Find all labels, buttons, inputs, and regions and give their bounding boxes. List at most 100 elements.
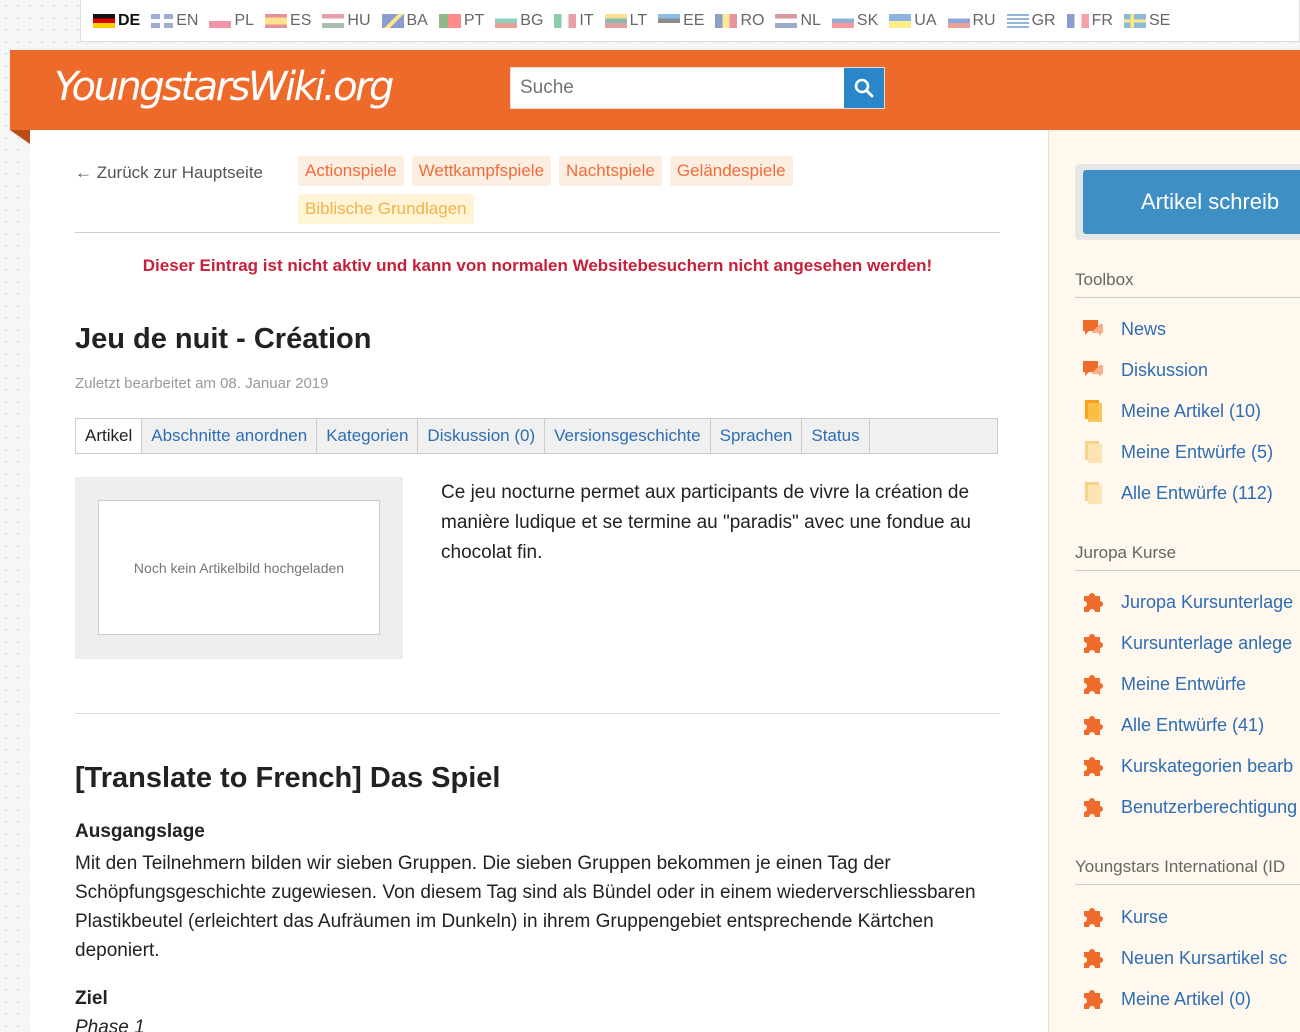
search-input[interactable] [511,68,844,108]
sidebar-item-juropa-4[interactable]: Kurskategorien bearb [1081,754,1293,778]
puzzle-icon [1081,590,1105,614]
subheading-ausgangslage: Ausgangslage [75,821,205,842]
sidebar-item-juropa-3[interactable]: Alle Entwürfe (41) [1081,713,1264,737]
flag-ee-icon [658,13,681,28]
lang-en[interactable]: EN [151,12,198,30]
lang-pt[interactable]: PT [438,12,484,30]
flag-pl-icon [209,13,232,28]
category-actionspiele[interactable]: Actionspiele [298,156,404,186]
last-edited-date: Zuletzt bearbeitet am 08. Januar 2019 [75,375,329,392]
subheading-ziel: Ziel [75,988,108,1009]
category-gelaendespiele[interactable]: Geländespiele [669,156,793,186]
tab-artikel[interactable]: Artikel [76,419,143,453]
sidebar-item-juropa-5[interactable]: Benutzerberechtigung [1081,795,1297,819]
flag-lt-icon [604,13,627,28]
sidebar-item-juropa-1[interactable]: Kursunterlage anlege [1081,631,1292,655]
lang-nl[interactable]: NL [775,12,821,30]
speech-bubble-icon [1081,317,1105,341]
flag-ru-icon [947,13,970,28]
tab-kategorien[interactable]: Kategorien [317,419,419,453]
paragraph-ausgangslage: Mit den Teilnehmern bilden wir sieben Gr… [75,853,976,961]
sidebar-item-intl-2[interactable]: Meine Artikel (0) [1081,987,1251,1011]
sidebar-item-alle-entwuerfe[interactable]: Alle Entwürfe (112) [1081,481,1273,505]
no-image-text: Noch kein Artikelbild hochgeladen [98,500,380,635]
lang-ro[interactable]: RO [715,12,764,30]
flag-es-icon [265,13,288,28]
puzzle-icon [1081,672,1105,696]
back-to-home-link[interactable]: ← Zurück zur Hauptseite [75,163,263,183]
lang-se[interactable]: SE [1123,12,1170,30]
tab-abschnitte-anordnen[interactable]: Abschnitte anordnen [142,419,318,453]
category-tags: Actionspiele Wettkampfspiele Nachtspiele… [298,156,878,224]
flag-it-icon [554,13,577,28]
lang-gr[interactable]: GR [1006,12,1056,30]
flag-se-icon [1123,13,1146,28]
inactive-warning: Dieser Eintrag ist nicht aktiv und kann … [142,256,933,275]
tab-versionsgeschichte[interactable]: Versionsgeschichte [545,419,711,453]
lang-hu[interactable]: HU [322,12,371,30]
section-title: [Translate to French] Das Spiel [75,762,501,794]
search-button[interactable] [844,68,884,108]
puzzle-icon [1081,946,1105,970]
puzzle-icon [1081,905,1105,929]
article-image-placeholder: Noch kein Artikelbild hochgeladen [75,477,403,659]
flag-ba-icon [381,13,404,28]
flag-ua-icon [889,13,912,28]
lang-ba[interactable]: BA [381,12,428,30]
sidebar: Artikel schreib Toolbox News Diskussion … [1048,130,1300,1032]
sidebar-item-news[interactable]: News [1081,317,1166,341]
sidebar-item-intl-1[interactable]: Neuen Kursartikel sc [1081,946,1287,970]
lang-ru[interactable]: RU [947,12,996,30]
site-logo[interactable]: YoungstarsWiki.org [54,64,394,110]
site-header: YoungstarsWiki.org [10,50,1300,144]
sidebar-item-meine-artikel[interactable]: Meine Artikel (10) [1081,399,1261,423]
tab-status[interactable]: Status [802,419,870,453]
search-icon [854,78,874,98]
flag-ro-icon [715,13,738,28]
divider [75,713,1000,714]
tab-diskussion[interactable]: Diskussion (0) [418,419,546,453]
tab-sprachen[interactable]: Sprachen [711,419,803,453]
sidebar-item-meine-entwuerfe[interactable]: Meine Entwürfe (5) [1081,440,1273,464]
juropa-heading: Juropa Kurse [1075,543,1300,571]
flag-hu-icon [322,13,345,28]
flag-en-icon [151,13,174,28]
header-fold [10,130,30,144]
article-intro: Ce jeu nocturne permet aux participants … [441,482,971,563]
puzzle-icon [1081,754,1105,778]
sidebar-item-juropa-0[interactable]: Juropa Kursunterlage [1081,590,1293,614]
draft-document-icon [1081,440,1105,464]
document-icon [1081,399,1105,423]
puzzle-icon [1081,795,1105,819]
lang-lt[interactable]: LT [604,12,647,30]
flag-bg-icon [495,13,518,28]
flag-fr-icon [1066,13,1089,28]
international-heading: Youngstars International (ID [1075,857,1300,885]
category-wettkampfspiele[interactable]: Wettkampfspiele [411,156,552,186]
category-biblische-grundlagen[interactable]: Biblische Grundlagen [298,194,474,224]
flag-pt-icon [438,13,461,28]
lang-es[interactable]: ES [265,12,311,30]
lang-pl[interactable]: PL [209,12,254,30]
lang-it[interactable]: IT [554,12,594,30]
lang-bg[interactable]: BG [495,12,543,30]
flag-nl-icon [775,13,798,28]
draft-document-icon [1081,481,1105,505]
puzzle-icon [1081,987,1105,1011]
article-tabs: Artikel Abschnitte anordnen Kategorien D… [75,418,998,454]
main-content: ← Zurück zur Hauptseite Actionspiele Wet… [30,130,1048,1032]
sidebar-item-juropa-2[interactable]: Meine Entwürfe [1081,672,1246,696]
lang-ee[interactable]: EE [658,12,704,30]
category-nachtspiele[interactable]: Nachtspiele [559,156,662,186]
divider [75,232,1000,233]
lang-sk[interactable]: SK [831,12,878,30]
write-article-wrapper: Artikel schreib [1075,164,1300,240]
flag-de-icon [93,13,115,28]
lang-de[interactable]: DE [93,12,140,30]
flag-sk-icon [831,13,854,28]
sidebar-item-diskussion[interactable]: Diskussion [1081,358,1208,382]
sidebar-item-intl-0[interactable]: Kurse [1081,905,1168,929]
lang-ua[interactable]: UA [889,12,937,30]
write-article-button[interactable]: Artikel schreib [1083,170,1300,234]
lang-fr[interactable]: FR [1066,12,1113,30]
